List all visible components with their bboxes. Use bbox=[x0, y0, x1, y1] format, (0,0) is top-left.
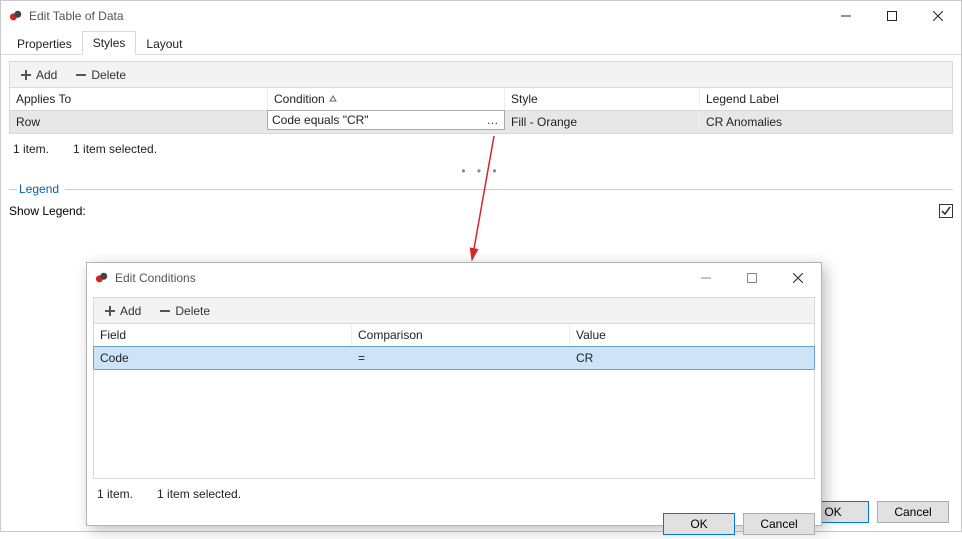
col-applies-to[interactable]: Applies To bbox=[10, 88, 268, 110]
edit-conditions-dialog: Edit Conditions Add bbox=[86, 262, 822, 526]
child-status-bar: 1 item. 1 item selected. bbox=[93, 479, 815, 509]
close-button[interactable] bbox=[915, 1, 961, 31]
child-close-button[interactable] bbox=[775, 263, 821, 293]
child-status-selected: 1 item selected. bbox=[157, 487, 241, 501]
child-add-button[interactable]: Add bbox=[100, 302, 145, 320]
app-icon bbox=[9, 9, 23, 23]
col-style[interactable]: Style bbox=[505, 88, 700, 110]
condition-editor[interactable]: Code equals "CR" … bbox=[267, 110, 505, 130]
sort-asc-icon bbox=[329, 92, 337, 106]
col-field[interactable]: Field bbox=[94, 324, 352, 346]
app-icon bbox=[95, 271, 109, 285]
child-maximize-button[interactable] bbox=[729, 263, 775, 293]
table-row[interactable]: Row Code equals "CR" … Fill - Orange CR … bbox=[10, 111, 952, 133]
cell-legend[interactable]: CR Anomalies bbox=[700, 111, 930, 133]
tab-bar: Properties Styles Layout bbox=[1, 31, 961, 55]
add-label: Add bbox=[36, 68, 57, 82]
window-title: Edit Table of Data bbox=[29, 9, 124, 23]
titlebar[interactable]: Edit Table of Data bbox=[1, 1, 961, 31]
maximize-button[interactable] bbox=[869, 1, 915, 31]
child-titlebar[interactable]: Edit Conditions bbox=[87, 263, 821, 293]
plus-icon bbox=[20, 69, 32, 81]
condition-text: Code equals "CR" bbox=[272, 113, 369, 127]
conditions-toolbar: Add Delete bbox=[93, 297, 815, 323]
col-condition-label: Condition bbox=[274, 92, 325, 106]
cell-applies-to[interactable]: Row bbox=[10, 111, 268, 133]
child-status-count: 1 item. bbox=[97, 487, 133, 501]
conditions-grid-body[interactable] bbox=[93, 369, 815, 479]
child-add-label: Add bbox=[120, 304, 141, 318]
tab-styles[interactable]: Styles bbox=[82, 31, 137, 55]
splitter-handle[interactable]: • • • bbox=[9, 164, 953, 176]
add-button[interactable]: Add bbox=[16, 66, 61, 84]
table-row[interactable]: Code = CR bbox=[93, 346, 815, 370]
cancel-button[interactable]: Cancel bbox=[877, 501, 949, 523]
tab-layout[interactable]: Layout bbox=[136, 33, 192, 55]
col-legend-label[interactable]: Legend Label bbox=[700, 88, 930, 110]
legend-section-header[interactable]: Legend bbox=[9, 182, 953, 196]
cell-field[interactable]: Code bbox=[94, 347, 352, 369]
delete-label: Delete bbox=[91, 68, 126, 82]
cell-value[interactable]: CR bbox=[570, 347, 808, 369]
legend-header-label: Legend bbox=[19, 182, 59, 196]
col-condition[interactable]: Condition bbox=[268, 88, 505, 110]
status-count: 1 item. bbox=[13, 142, 49, 156]
minus-icon bbox=[159, 305, 171, 317]
status-selected: 1 item selected. bbox=[73, 142, 157, 156]
delete-button[interactable]: Delete bbox=[71, 66, 130, 84]
child-window-title: Edit Conditions bbox=[115, 271, 196, 285]
styles-grid: Applies To Condition Style Legend Label … bbox=[9, 87, 953, 134]
minimize-button[interactable] bbox=[823, 1, 869, 31]
cell-comparison[interactable]: = bbox=[352, 347, 570, 369]
child-delete-button[interactable]: Delete bbox=[155, 302, 214, 320]
styles-toolbar: Add Delete bbox=[9, 61, 953, 87]
conditions-grid: Field Comparison Value Code = CR bbox=[93, 323, 815, 369]
show-legend-checkbox[interactable] bbox=[939, 204, 953, 218]
minus-icon bbox=[75, 69, 87, 81]
child-delete-label: Delete bbox=[175, 304, 210, 318]
child-minimize-button[interactable] bbox=[683, 263, 729, 293]
col-value[interactable]: Value bbox=[570, 324, 808, 346]
tab-properties[interactable]: Properties bbox=[7, 33, 82, 55]
plus-icon bbox=[104, 305, 116, 317]
show-legend-label: Show Legend: bbox=[9, 204, 939, 218]
status-bar: 1 item. 1 item selected. bbox=[9, 134, 953, 164]
ellipsis-button[interactable]: … bbox=[484, 113, 502, 127]
col-comparison[interactable]: Comparison bbox=[352, 324, 570, 346]
cell-style[interactable]: Fill - Orange bbox=[505, 111, 700, 133]
